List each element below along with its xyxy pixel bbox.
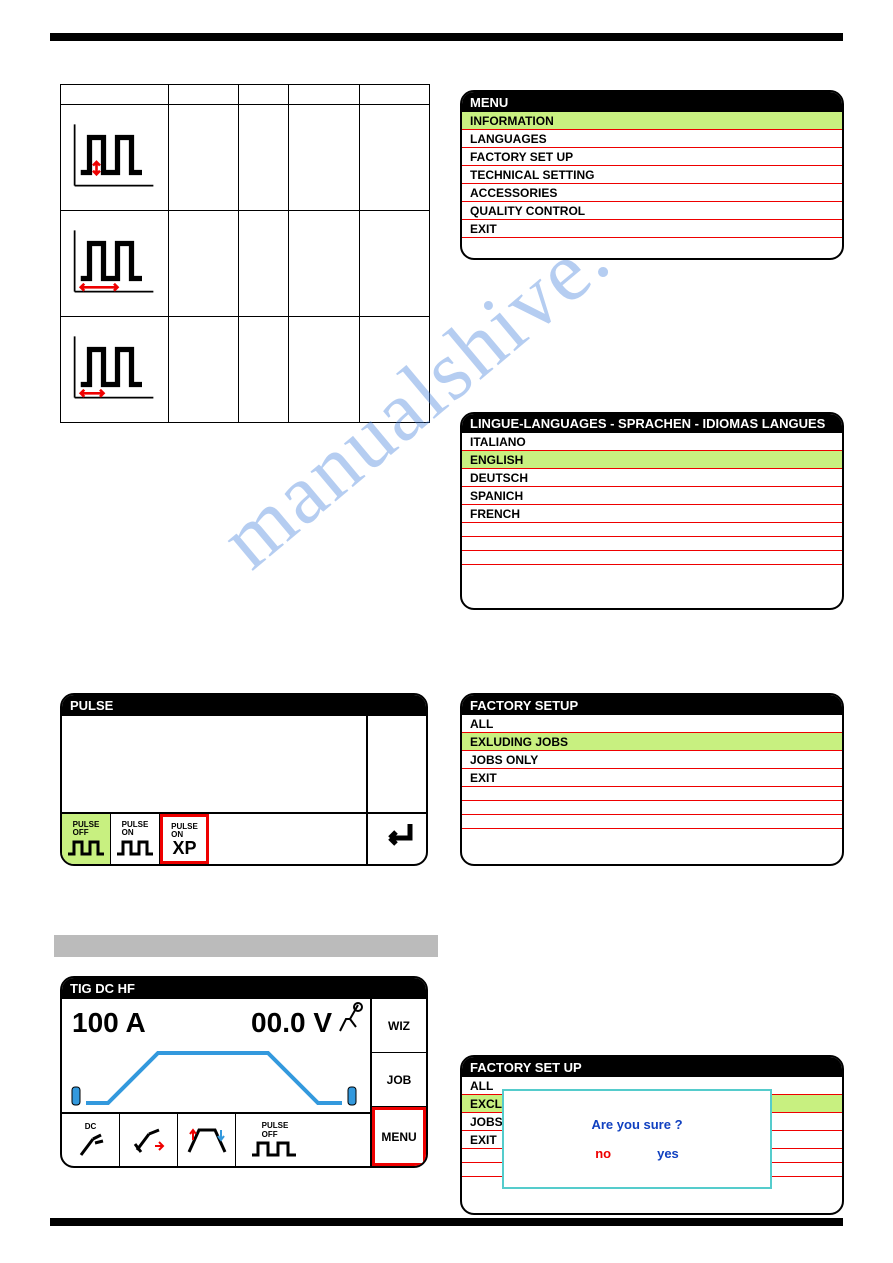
pulse-xp-label: PULSE ON bbox=[171, 823, 198, 839]
job-button[interactable]: JOB bbox=[372, 1053, 426, 1107]
menu-item[interactable]: EXIT bbox=[462, 769, 842, 787]
menu-item[interactable]: QUALITY CONTROL bbox=[462, 202, 842, 220]
amps-display: 100 A bbox=[72, 1007, 146, 1039]
top-rule bbox=[50, 33, 843, 41]
menu-title: MENU bbox=[462, 92, 842, 112]
menu-item[interactable]: JOBS ONLY bbox=[462, 751, 842, 769]
dialog-question: Are you sure ? bbox=[591, 1117, 682, 1132]
waveform-period-icon bbox=[69, 226, 159, 296]
menu-button[interactable]: MENU bbox=[372, 1107, 426, 1166]
xp-text: XP bbox=[172, 839, 196, 857]
confirm-panel: FACTORY SET UP ALL EXCL JOBS EXIT Are yo… bbox=[460, 1055, 844, 1215]
welding-profile-icon bbox=[68, 1043, 364, 1109]
torch-trigger-icon bbox=[129, 1122, 169, 1158]
torch-cell[interactable] bbox=[120, 1114, 178, 1166]
menu-item[interactable]: FRENCH bbox=[462, 505, 842, 523]
menu-item-empty bbox=[462, 815, 842, 829]
menu-item-empty bbox=[462, 787, 842, 801]
pulse-wave-icon bbox=[250, 1139, 300, 1159]
menu-item-empty bbox=[462, 523, 842, 537]
pulse-panel: PULSE PULSE OFF PULSE ON PULSE ON XP bbox=[60, 693, 428, 866]
yes-button[interactable]: yes bbox=[657, 1146, 679, 1161]
slope-icon bbox=[185, 1122, 229, 1158]
bottom-rule bbox=[50, 1218, 843, 1226]
pulse-off-cell[interactable]: PULSE OFF bbox=[236, 1114, 314, 1166]
volts-display: 00.0 V bbox=[251, 1007, 332, 1039]
dc-label: DC bbox=[85, 1122, 97, 1131]
menu-title: FACTORY SETUP bbox=[462, 695, 842, 715]
tig-title: TIG DC HF bbox=[62, 978, 426, 999]
menu-panel-main: MENU INFORMATION LANGUAGES FACTORY SET U… bbox=[460, 90, 844, 260]
menu-item[interactable]: TECHNICAL SETTING bbox=[462, 166, 842, 184]
torch-icon bbox=[336, 1001, 366, 1042]
parameter-table bbox=[60, 84, 430, 423]
menu-item-empty bbox=[462, 551, 842, 565]
tig-panel: TIG DC HF 100 A 00.0 V DC bbox=[60, 976, 428, 1168]
menu-item[interactable]: ACCESSORIES bbox=[462, 184, 842, 202]
waveform-amplitude-icon bbox=[69, 120, 159, 190]
menu-item[interactable]: ITALIANO bbox=[462, 433, 842, 451]
pulse-wave-icon bbox=[115, 838, 155, 858]
menu-item[interactable]: EXLUDING JOBS bbox=[462, 733, 842, 751]
return-icon[interactable] bbox=[380, 820, 416, 858]
no-button[interactable]: no bbox=[595, 1146, 611, 1161]
wiz-button[interactable]: WIZ bbox=[372, 999, 426, 1053]
pulse-off-label: PULSE OFF bbox=[73, 821, 100, 837]
menu-panel-factory: FACTORY SETUP ALL EXLUDING JOBS JOBS ONL… bbox=[460, 693, 844, 866]
pulse-title: PULSE bbox=[62, 695, 426, 716]
pulse-wave-icon bbox=[66, 838, 106, 858]
menu-panel-languages: LINGUE-LANGUAGES - SPRACHEN - IDIOMAS LA… bbox=[460, 412, 844, 610]
slope-cell[interactable] bbox=[178, 1114, 236, 1166]
confirm-dialog: Are you sure ? no yes bbox=[502, 1089, 772, 1189]
dc-cell[interactable]: DC bbox=[62, 1114, 120, 1166]
pulse-off-label: PULSE OFF bbox=[262, 1121, 289, 1139]
electrode-icon bbox=[75, 1131, 107, 1159]
menu-item-empty bbox=[462, 537, 842, 551]
menu-item[interactable]: SPANICH bbox=[462, 487, 842, 505]
menu-item[interactable]: LANGUAGES bbox=[462, 130, 842, 148]
menu-title: FACTORY SET UP bbox=[462, 1057, 842, 1077]
menu-item[interactable]: EXIT bbox=[462, 220, 842, 238]
menu-item[interactable]: ENGLISH bbox=[462, 451, 842, 469]
pulse-on-label: PULSE ON bbox=[122, 821, 149, 837]
menu-item[interactable]: INFORMATION bbox=[462, 112, 842, 130]
section-divider bbox=[54, 935, 438, 957]
pulse-on-button[interactable]: PULSE ON bbox=[111, 814, 160, 864]
pulse-off-button[interactable]: PULSE OFF bbox=[62, 814, 111, 864]
menu-item[interactable]: DEUTSCH bbox=[462, 469, 842, 487]
menu-title: LINGUE-LANGUAGES - SPRACHEN - IDIOMAS LA… bbox=[462, 414, 842, 433]
waveform-pulse-width-icon bbox=[69, 332, 159, 402]
menu-item-empty bbox=[462, 801, 842, 815]
pulse-xp-button[interactable]: PULSE ON XP bbox=[160, 814, 209, 864]
menu-item[interactable]: FACTORY SET UP bbox=[462, 148, 842, 166]
menu-item[interactable]: ALL bbox=[462, 715, 842, 733]
